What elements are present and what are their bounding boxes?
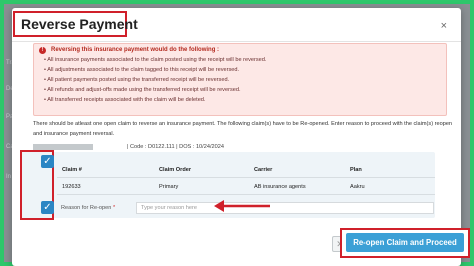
cell-claim-number: 192633 [62, 184, 81, 190]
claim-code-line: | Code : D0122.111 | DOS : 10/24/2024 [127, 144, 224, 150]
modal-title: Reverse Payment [13, 11, 138, 37]
alert-item: All refunds and adjust-offs made using t… [44, 85, 266, 95]
required-mark: * [112, 205, 116, 211]
alert-list: All insurance payments associated to the… [44, 55, 266, 105]
reason-input[interactable] [136, 202, 434, 214]
alert-heading: Reversing this insurance payment would d… [51, 47, 220, 53]
reopen-claim-button[interactable]: Re-open Claim and Proceed [346, 233, 464, 252]
header-divider [12, 41, 461, 42]
table-divider [57, 177, 435, 178]
background-text: In [6, 174, 12, 180]
warning-alert: ! Reversing this insurance payment would… [33, 43, 447, 116]
claim-code: | Code : D0122.111 [127, 144, 175, 150]
info-text: There should be atleast one open claim t… [33, 121, 453, 137]
column-header-carrier: Carrier [254, 167, 273, 173]
column-header-claim-order: Claim Order [159, 167, 192, 173]
alert-item: All adjustments associated to the claim … [44, 65, 266, 75]
reason-label-text: Reason for Re-open [61, 205, 112, 211]
claim-row-checkbox[interactable]: ✓ [41, 201, 54, 214]
alert-item: All transferred receipts associated with… [44, 95, 266, 105]
cell-plan: Aakru [350, 184, 365, 190]
column-header-claim: Claim # [62, 167, 82, 173]
annotation-arrow-icon [214, 200, 270, 212]
close-icon[interactable]: × [441, 20, 447, 32]
alert-item: All insurance payments associated to the… [44, 55, 266, 65]
reason-label: Reason for Re-open * [61, 205, 115, 211]
cell-claim-order: Primary [159, 184, 179, 190]
alert-item: All patient payments posted using the tr… [44, 75, 266, 85]
select-all-checkbox[interactable]: ✓ [41, 155, 54, 168]
table-divider [57, 194, 435, 195]
claim-dos: | DOS : 10/24/2024 [176, 144, 224, 150]
cell-carrier: AB insurance agents [254, 184, 306, 190]
column-header-plan: Plan [350, 167, 362, 173]
alert-icon: ! [39, 47, 46, 54]
